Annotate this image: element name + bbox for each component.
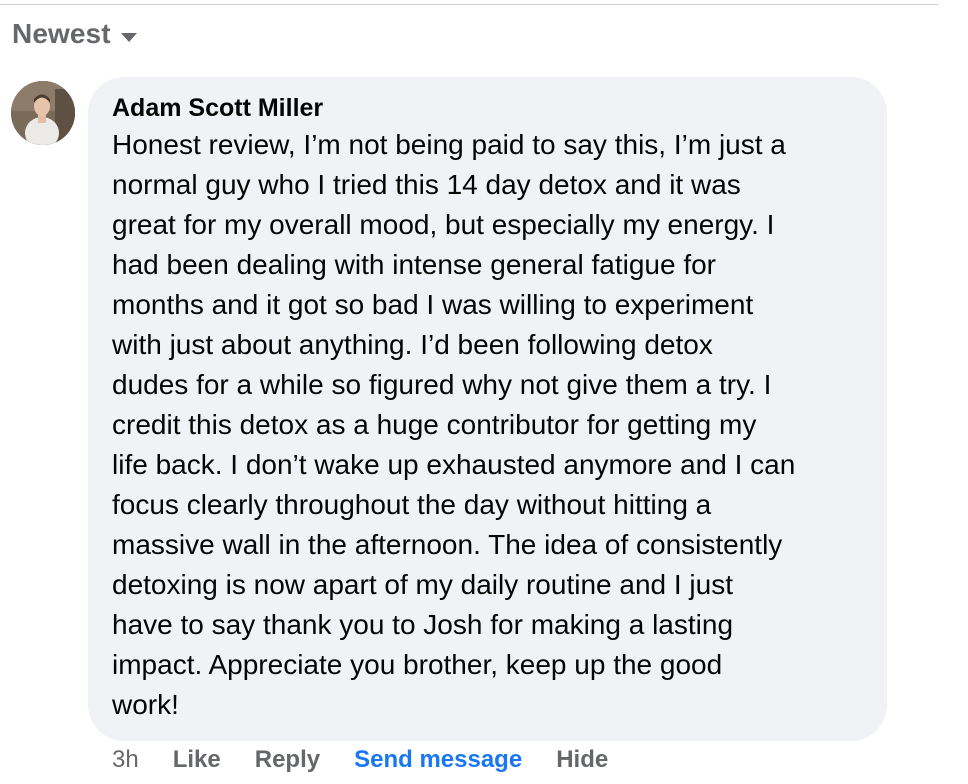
comment-line: normal guy who I tried this 14 day detox… xyxy=(112,169,741,200)
send-message-button[interactable]: Send message xyxy=(354,746,522,774)
comment-line: dudes for a while so figured why not giv… xyxy=(112,369,772,400)
comment-actions: 3h Like Reply Send message Hide xyxy=(112,744,642,776)
comment-line: work! xyxy=(112,689,179,720)
comment-line: focus clearly throughout the day without… xyxy=(112,489,712,520)
user-avatar-icon xyxy=(11,81,75,145)
comment-line: impact. Appreciate you brother, keep up … xyxy=(112,649,723,680)
comment-line: detoxing is now apart of my daily routin… xyxy=(112,569,734,600)
comment-line: with just about anything. I’d been follo… xyxy=(112,329,713,360)
comment-timestamp[interactable]: 3h xyxy=(112,746,139,774)
comment-line: have to say thank you to Josh for making… xyxy=(112,609,734,640)
reply-button[interactable]: Reply xyxy=(255,746,320,774)
caret-down-icon xyxy=(120,32,137,42)
comment-line: great for my overall mood, but especiall… xyxy=(112,209,775,240)
like-button[interactable]: Like xyxy=(173,746,221,774)
sort-label: Newest xyxy=(12,18,111,49)
comment-line: credit this detox as a huge contributor … xyxy=(112,409,757,440)
comment-line: months and it got so bad I was willing t… xyxy=(112,289,754,320)
comment-line: massive wall in the afternoon. The idea … xyxy=(112,529,783,560)
comment-line: life back. I don’t wake up exhausted any… xyxy=(112,449,796,480)
sort-dropdown[interactable]: Newest xyxy=(12,16,137,52)
avatar[interactable] xyxy=(11,81,75,145)
comment-author-name[interactable]: Adam Scott Miller xyxy=(112,94,323,123)
comment-body: Honest review, I’m not being paid to say… xyxy=(112,125,872,725)
comment-line: had been dealing with intense general fa… xyxy=(112,249,716,280)
comment-line: Honest review, I’m not being paid to say… xyxy=(112,129,786,160)
top-divider xyxy=(0,4,938,5)
hide-button[interactable]: Hide xyxy=(556,746,608,774)
